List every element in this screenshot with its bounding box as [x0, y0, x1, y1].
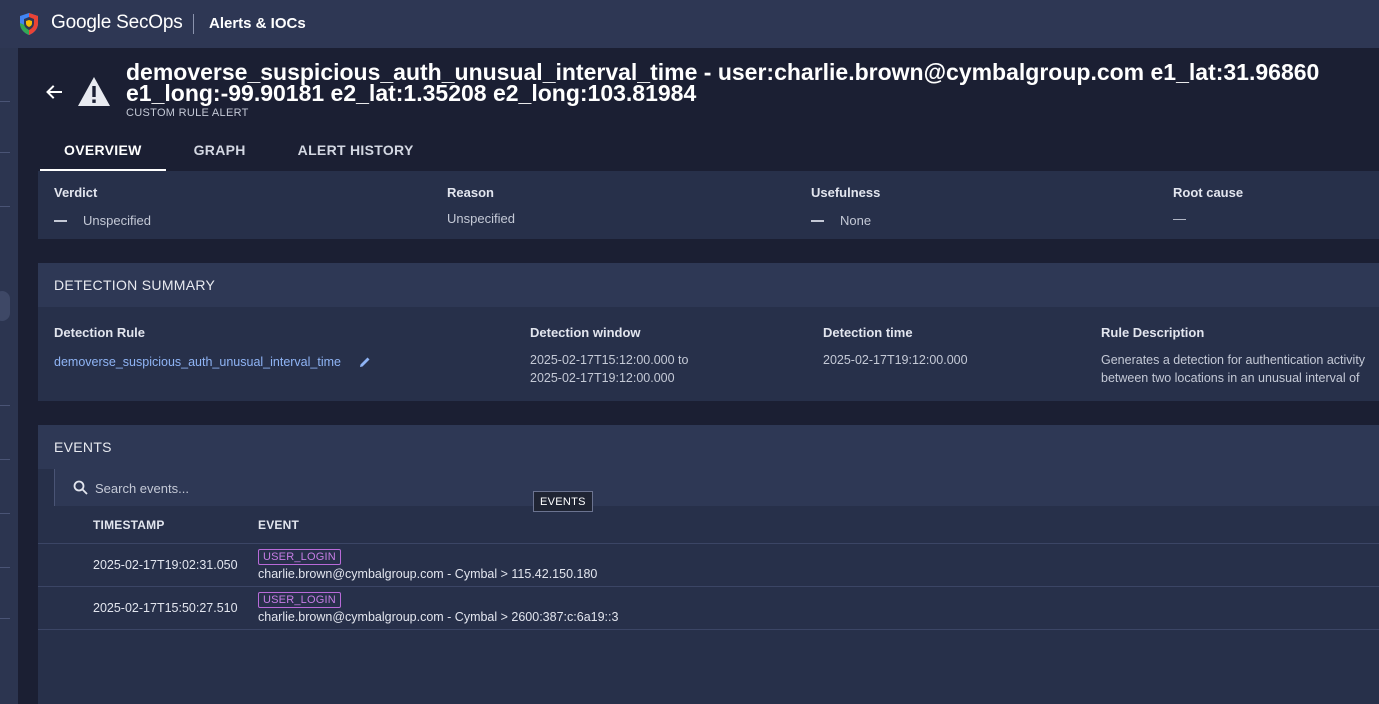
- events-card: EVENTS EVENTS TIMESTAMP EVENT 2025-02-17…: [38, 425, 1379, 704]
- table-row[interactable]: 2025-02-17T15:50:27.510 USER_LOGIN charl…: [38, 586, 1379, 629]
- warning-icon: [78, 77, 110, 106]
- detection-window-label: Detection window: [530, 325, 641, 340]
- back-arrow-icon[interactable]: [44, 82, 64, 102]
- alert-title: demoverse_suspicious_auth_unusual_interv…: [126, 59, 1320, 106]
- search-icon: [73, 480, 88, 495]
- rail-divider: [0, 567, 10, 568]
- verdict-card: Verdict Unspecified Reason Unspecified U…: [38, 171, 1379, 239]
- reason-value: Unspecified: [447, 211, 515, 226]
- brand-name[interactable]: Google SecOps: [51, 12, 183, 34]
- search-bar: [54, 469, 1379, 506]
- topbar-divider: [193, 14, 194, 34]
- verdict-label: Verdict: [54, 185, 98, 200]
- rail-divider: [0, 101, 10, 102]
- table-row[interactable]: 2025-02-17T19:02:31.050 USER_LOGIN charl…: [38, 543, 1379, 586]
- rail-divider: [0, 459, 10, 460]
- detection-rule-label: Detection Rule: [54, 325, 146, 340]
- detection-rule-link[interactable]: demoverse_suspicious_auth_unusual_interv…: [54, 353, 341, 371]
- search-events-input[interactable]: [95, 478, 495, 498]
- usefulness-field[interactable]: Usefulness None: [811, 185, 880, 228]
- column-header-timestamp[interactable]: TIMESTAMP: [93, 518, 165, 532]
- edit-pencil-icon[interactable]: [359, 356, 371, 368]
- rail-divider: [0, 405, 10, 406]
- table-divider: [38, 629, 1379, 630]
- alert-type-label: CUSTOM RULE ALERT: [126, 107, 249, 119]
- rail-divider: [0, 152, 10, 153]
- top-app-bar: Google SecOps Alerts & IOCs: [0, 0, 1379, 48]
- rail-divider: [0, 206, 10, 207]
- verdict-field[interactable]: Verdict Unspecified: [54, 185, 151, 228]
- events-header: EVENTS: [38, 425, 1379, 469]
- dash-icon: [811, 219, 824, 222]
- event-timestamp: 2025-02-17T15:50:27.510: [93, 601, 238, 615]
- tab-graph[interactable]: GRAPH: [166, 128, 274, 172]
- detection-time-value: 2025-02-17T19:12:00.000: [823, 353, 968, 367]
- dash-icon: [54, 219, 67, 222]
- column-header-event[interactable]: EVENT: [258, 518, 299, 532]
- rail-divider: [0, 618, 10, 619]
- detection-time-label: Detection time: [823, 325, 913, 340]
- rail-collapse-handle[interactable]: [0, 291, 10, 321]
- usefulness-value: None: [840, 213, 872, 228]
- section-title: Alerts & IOCs: [209, 15, 306, 32]
- event-description: charlie.brown@cymbalgroup.com - Cymbal >…: [258, 567, 598, 581]
- detection-summary-header: DETECTION SUMMARY: [38, 263, 1379, 307]
- reason-label: Reason: [447, 185, 494, 200]
- left-rail: [0, 48, 18, 704]
- tab-overview[interactable]: OVERVIEW: [40, 128, 166, 172]
- root-cause-field[interactable]: Root cause —: [1173, 185, 1243, 226]
- rule-description-line: between two locations in an unusual inte…: [1101, 371, 1360, 385]
- usefulness-label: Usefulness: [811, 185, 881, 200]
- rule-description-label: Rule Description: [1101, 325, 1205, 340]
- event-type-badge: USER_LOGIN: [258, 549, 341, 565]
- tab-alert-history[interactable]: ALERT HISTORY: [274, 128, 438, 172]
- reason-field[interactable]: Reason Unspecified: [447, 185, 515, 226]
- secops-shield-icon[interactable]: [18, 12, 40, 36]
- root-cause-value: —: [1173, 211, 1186, 226]
- detection-window-start: 2025-02-17T15:12:00.000 to: [530, 353, 689, 367]
- root-cause-label: Root cause: [1173, 185, 1244, 200]
- detection-summary-card: DETECTION SUMMARY Detection Rule demover…: [38, 263, 1379, 401]
- detection-time-field: Detection time 2025-02-17T19:12:00.000: [823, 325, 968, 369]
- rule-description-field: Rule Description Generates a detection f…: [1101, 325, 1379, 387]
- event-description: charlie.brown@cymbalgroup.com - Cymbal >…: [258, 610, 619, 624]
- detection-rule-field: Detection Rule demoverse_suspicious_auth…: [54, 325, 371, 371]
- tab-bar: OVERVIEW GRAPH ALERT HISTORY: [40, 128, 438, 172]
- event-timestamp: 2025-02-17T19:02:31.050: [93, 558, 238, 572]
- verdict-value: Unspecified: [83, 213, 151, 228]
- detection-window-end: 2025-02-17T19:12:00.000: [530, 371, 675, 385]
- event-type-badge: USER_LOGIN: [258, 592, 341, 608]
- detection-window-field: Detection window 2025-02-17T15:12:00.000…: [530, 325, 688, 387]
- events-tooltip: EVENTS: [533, 491, 593, 512]
- rule-description-line: Generates a detection for authentication…: [1101, 353, 1366, 367]
- rail-divider: [0, 513, 10, 514]
